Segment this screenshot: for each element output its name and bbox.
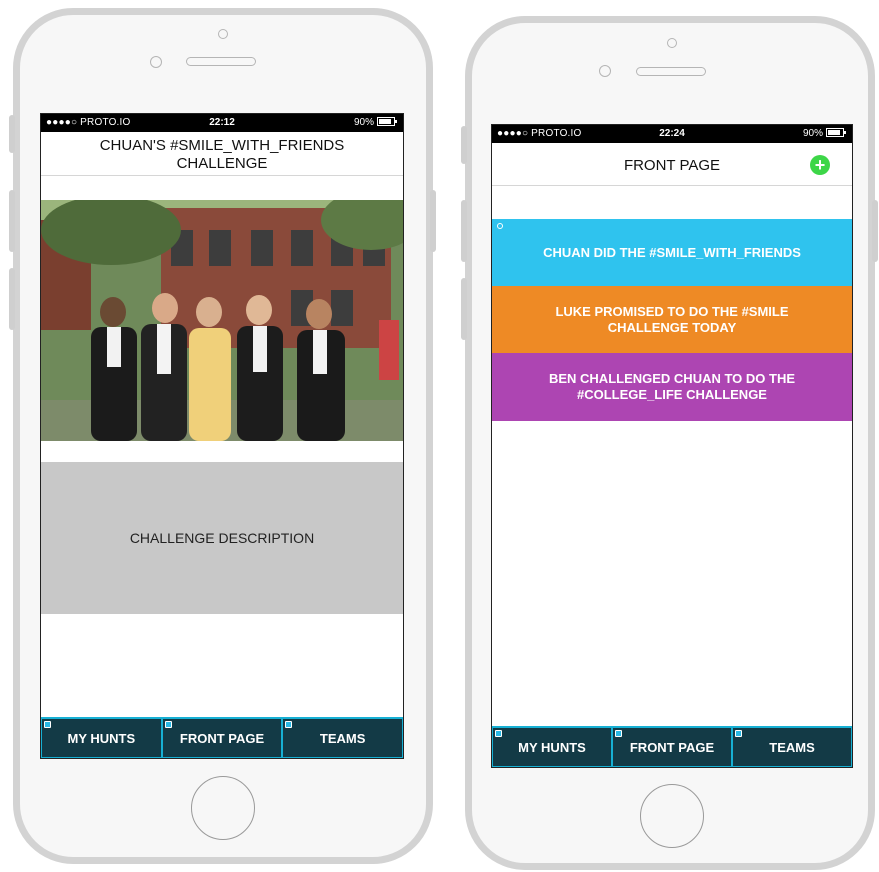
challenge-photo bbox=[41, 200, 403, 441]
tab-label: MY HUNTS bbox=[67, 731, 136, 746]
right-phone-speaker bbox=[636, 67, 706, 76]
clock: 22:24 bbox=[659, 128, 685, 139]
tab-label: FRONT PAGE bbox=[179, 731, 265, 746]
right-phone-side-button bbox=[461, 278, 467, 340]
right-phone-camera bbox=[667, 38, 677, 48]
header-divider bbox=[492, 185, 852, 186]
feed-item[interactable]: BEN CHALLENGED CHUAN TO DO THE #COLLEGE_… bbox=[492, 353, 852, 421]
battery-indicator: 90% bbox=[353, 117, 397, 128]
tab-label: MY HUNTS bbox=[518, 740, 586, 755]
tab-label: FRONT PAGE bbox=[629, 740, 715, 755]
header-divider bbox=[41, 175, 403, 176]
left-phone-side-button bbox=[9, 115, 15, 153]
feed-item[interactable]: CHUAN DID THE #SMILE_WITH_FRIENDS bbox=[492, 219, 852, 286]
left-phone-side-button bbox=[430, 190, 436, 252]
status-bar: ●●●●○ PROTO.IO 22:24 90% bbox=[492, 125, 852, 143]
add-icon[interactable]: + bbox=[810, 155, 830, 175]
tab-my-hunts[interactable]: MY HUNTS bbox=[492, 727, 612, 767]
feed-item-text: LUKE PROMISED TO DO THE #SMILE CHALLENGE… bbox=[555, 303, 789, 335]
tab-label: TEAMS bbox=[319, 731, 366, 746]
tab-bar: MY HUNTS FRONT PAGE TEAMS bbox=[41, 717, 403, 758]
status-bar: ●●●●○ PROTO.IO 22:12 90% bbox=[41, 114, 403, 132]
battery-icon bbox=[826, 128, 846, 137]
tab-front-page[interactable]: FRONT PAGE bbox=[612, 727, 732, 767]
left-phone-speaker bbox=[186, 57, 256, 66]
left-phone-sensor bbox=[150, 56, 162, 68]
left-screen: ●●●●○ PROTO.IO 22:12 90% CHUAN'S #SMILE_… bbox=[40, 113, 404, 759]
feed-item-text: BEN CHALLENGED CHUAN TO DO THE #COLLEGE_… bbox=[548, 371, 796, 402]
tab-bar: MY HUNTS FRONT PAGE TEAMS bbox=[492, 726, 852, 767]
page-title: FRONT PAGE bbox=[623, 157, 721, 174]
tab-front-page[interactable]: FRONT PAGE bbox=[161, 718, 283, 758]
left-home-button[interactable] bbox=[191, 776, 255, 840]
tab-dot-icon bbox=[44, 721, 51, 728]
battery-percent: 90% bbox=[353, 117, 374, 128]
battery-percent: 90% bbox=[802, 128, 823, 139]
right-home-button[interactable] bbox=[640, 784, 704, 848]
battery-icon bbox=[377, 117, 397, 126]
page-title: CHUAN'S #SMILE_WITH_FRIENDS CHALLENGE bbox=[41, 137, 403, 173]
challenge-description: CHALLENGE DESCRIPTION bbox=[41, 462, 403, 614]
tab-label: TEAMS bbox=[769, 740, 815, 755]
left-phone-side-button bbox=[9, 268, 15, 330]
tab-dot-icon bbox=[495, 730, 502, 737]
left-phone-side-button bbox=[9, 190, 15, 252]
feed-dot-icon bbox=[497, 223, 503, 229]
challenge-description-text: CHALLENGE DESCRIPTION bbox=[129, 530, 315, 546]
tab-my-hunts[interactable]: MY HUNTS bbox=[41, 718, 162, 758]
feed-item[interactable]: LUKE PROMISED TO DO THE #SMILE CHALLENGE… bbox=[492, 286, 852, 353]
right-screen: ●●●●○ PROTO.IO 22:24 90% FRONT PAGE + CH… bbox=[491, 124, 853, 768]
tab-dot-icon bbox=[164, 721, 172, 728]
right-phone-side-button bbox=[461, 126, 467, 164]
tab-teams[interactable]: TEAMS bbox=[282, 718, 403, 758]
tab-dot-icon bbox=[615, 730, 622, 737]
page-title-line-1: CHUAN'S #SMILE_WITH_FRIENDS bbox=[99, 137, 345, 154]
right-phone-side-button bbox=[461, 200, 467, 262]
battery-indicator: 90% bbox=[802, 128, 846, 139]
clock: 22:12 bbox=[209, 117, 235, 128]
page-title-line-2: CHALLENGE bbox=[176, 155, 268, 172]
tab-dot-icon bbox=[735, 730, 742, 737]
feed-item-text: CHUAN DID THE #SMILE_WITH_FRIENDS bbox=[543, 244, 801, 260]
right-phone-side-button bbox=[872, 200, 878, 262]
tab-dot-icon bbox=[285, 721, 293, 728]
left-phone-camera bbox=[218, 29, 228, 39]
tab-teams[interactable]: TEAMS bbox=[732, 727, 852, 767]
right-phone-sensor bbox=[599, 65, 611, 77]
